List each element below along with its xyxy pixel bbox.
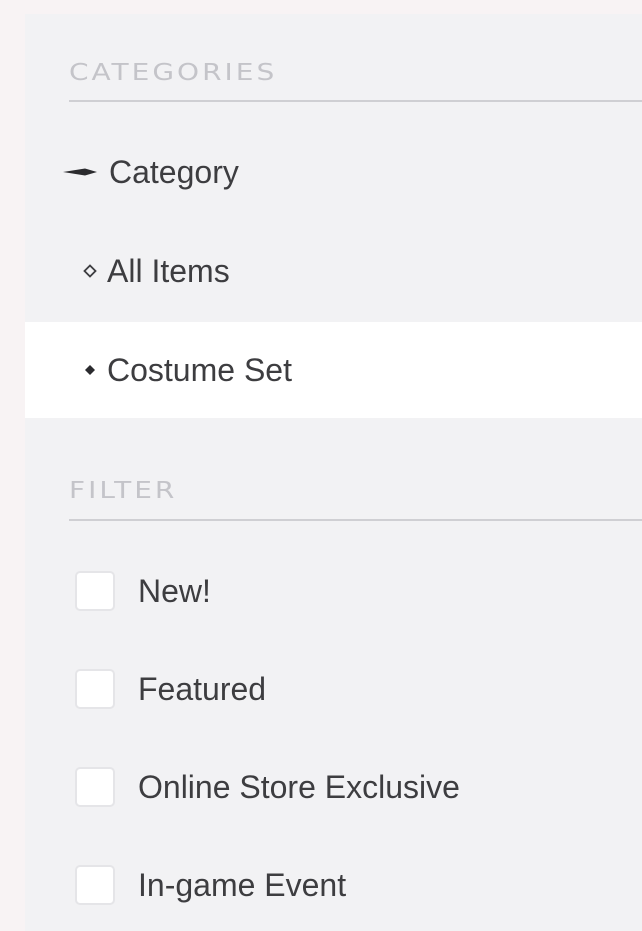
filter-checkbox[interactable]: [75, 571, 115, 611]
filter-divider: [69, 519, 642, 521]
category-item-label: Costume Set: [107, 351, 292, 388]
filter-item-online-store-exclusive[interactable]: Online Store Exclusive: [25, 757, 642, 817]
filter-label: New!: [138, 572, 211, 609]
filter-label: Online Store Exclusive: [138, 768, 460, 805]
filter-checkbox[interactable]: [75, 767, 115, 807]
categories-divider: [69, 100, 642, 102]
category-item-category[interactable]: Category: [25, 124, 642, 220]
category-item-costume-set[interactable]: Costume Set: [25, 322, 642, 418]
arrow-right-icon: [63, 168, 97, 176]
category-item-label: All Items: [107, 252, 230, 289]
sidebar-panel: CATEGORIES Category All Items Costume Se…: [25, 14, 642, 931]
filter-item-new[interactable]: New!: [25, 561, 642, 621]
filter-checkbox[interactable]: [75, 669, 115, 709]
filter-item-featured[interactable]: Featured: [25, 659, 642, 719]
filter-label: In-game Event: [138, 866, 347, 903]
filter-checkbox[interactable]: [75, 865, 115, 905]
category-item-label: Category: [109, 153, 239, 190]
filter-item-in-game-event[interactable]: In-game Event: [25, 855, 642, 915]
filter-heading: FILTER: [69, 476, 178, 504]
categories-heading: CATEGORIES: [69, 58, 278, 86]
filter-label: Featured: [138, 670, 267, 707]
hollow-diamond-icon: [83, 264, 97, 278]
filled-diamond-icon: [85, 365, 95, 375]
category-item-all-items[interactable]: All Items: [25, 223, 642, 319]
